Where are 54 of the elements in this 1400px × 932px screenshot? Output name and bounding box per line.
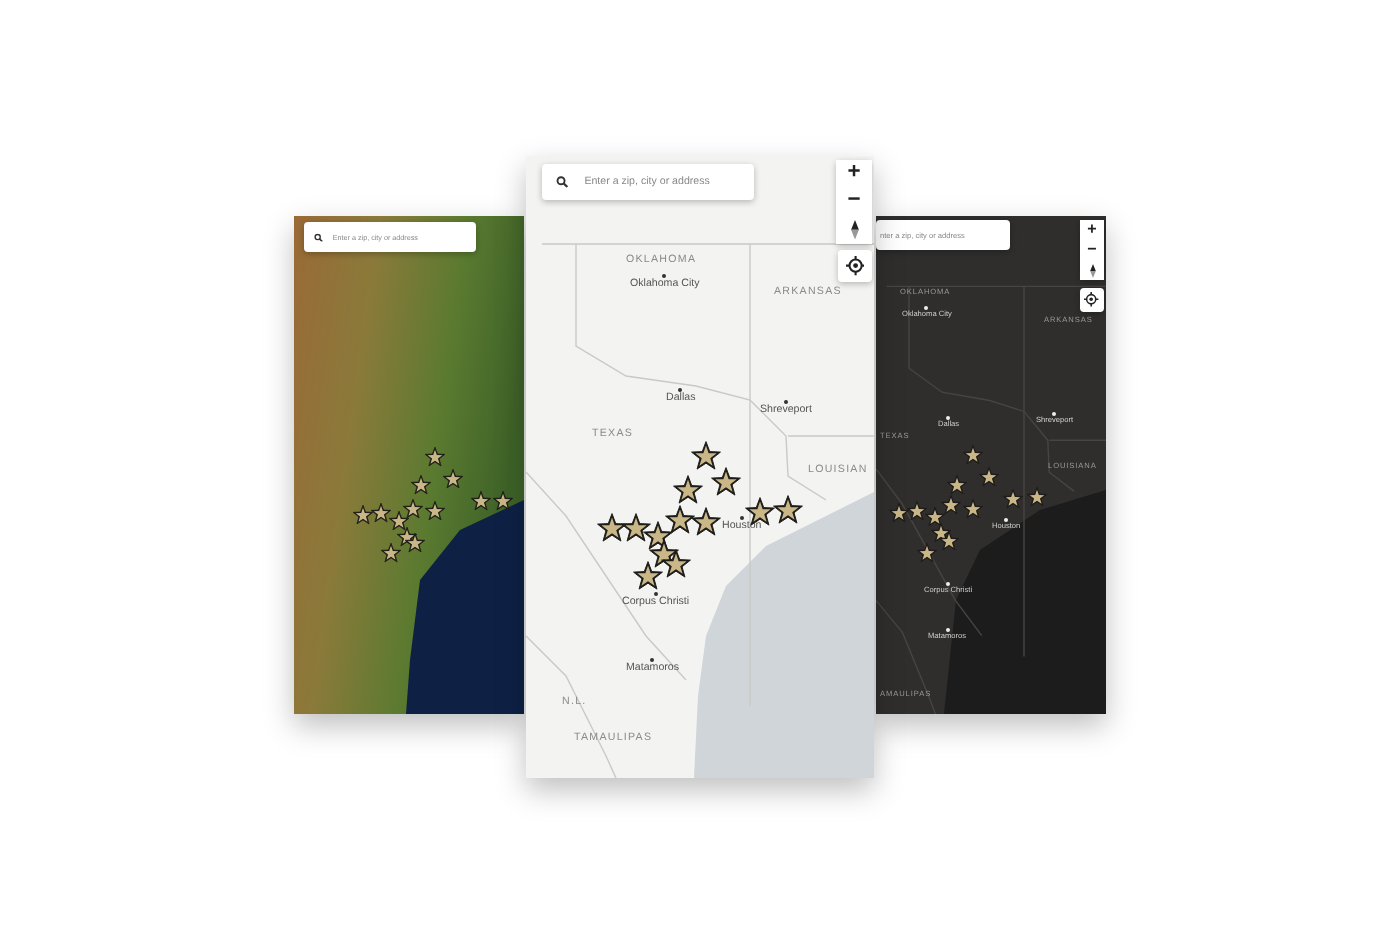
- star-pin-icon[interactable]: [710, 466, 742, 498]
- locate-icon: [845, 256, 865, 276]
- star-pin-icon[interactable]: [369, 501, 391, 523]
- zoom-in-button[interactable]: +: [1080, 220, 1104, 240]
- compass-button[interactable]: [836, 216, 872, 244]
- city-dot-icon: [650, 658, 655, 663]
- star-pin-icon[interactable]: [961, 443, 983, 465]
- star-pin-icon[interactable]: [401, 497, 423, 519]
- star-pin-icon[interactable]: [939, 493, 961, 515]
- star-pin-icon[interactable]: [690, 506, 722, 538]
- star-pin-icon[interactable]: [632, 560, 664, 592]
- star-pin-icon[interactable]: [945, 473, 967, 495]
- star-pin-icon[interactable]: [1025, 485, 1047, 507]
- city-dot-icon: [739, 516, 744, 521]
- star-pin-icon[interactable]: [409, 473, 431, 495]
- star-pin-icon[interactable]: [423, 445, 445, 467]
- city-dot-icon: [662, 274, 667, 279]
- star-pin-icon[interactable]: [403, 531, 425, 553]
- city-dot-icon: [678, 388, 683, 393]
- star-pin-icon[interactable]: [937, 529, 959, 551]
- star-pin-icon[interactable]: [905, 499, 927, 521]
- zoom-out-button[interactable]: −: [836, 188, 872, 216]
- star-pin-icon[interactable]: [423, 499, 445, 521]
- star-pin-icon[interactable]: [772, 494, 804, 526]
- star-pin-icon[interactable]: [379, 541, 401, 563]
- star-pin-icon[interactable]: [351, 503, 373, 525]
- star-pin-icon[interactable]: [961, 497, 983, 519]
- city-dot-icon: [783, 400, 789, 405]
- star-pin-icon[interactable]: [672, 474, 704, 506]
- star-pin-icon[interactable]: [690, 440, 722, 472]
- star-pin-icon[interactable]: [441, 467, 463, 489]
- star-pin-icon[interactable]: [660, 548, 692, 580]
- search-icon: [556, 175, 570, 189]
- star-pin-icon[interactable]: [620, 512, 652, 544]
- search-icon: [314, 232, 324, 242]
- compass-icon: [1087, 263, 1097, 277]
- star-pin-icon[interactable]: [469, 489, 491, 511]
- star-pin-icon[interactable]: [387, 509, 409, 531]
- star-pin-icon[interactable]: [596, 512, 628, 544]
- locate-icon: [1084, 292, 1100, 308]
- city-dot-icon: [653, 592, 658, 597]
- star-pin-icon[interactable]: [491, 489, 513, 511]
- compass-icon: [847, 220, 861, 240]
- compass-button[interactable]: [1080, 260, 1104, 280]
- zoom-in-button[interactable]: +: [836, 160, 872, 188]
- star-pin-icon[interactable]: [1001, 487, 1023, 509]
- locate-button[interactable]: [838, 250, 872, 282]
- star-pin-icon[interactable]: [664, 504, 696, 536]
- star-pin-icon[interactable]: [923, 505, 945, 527]
- locate-button[interactable]: [1080, 288, 1104, 312]
- star-pin-icon[interactable]: [977, 465, 999, 487]
- star-pin-icon[interactable]: [887, 501, 909, 523]
- star-pin-icon[interactable]: [915, 541, 937, 563]
- zoom-out-button[interactable]: −: [1080, 240, 1104, 260]
